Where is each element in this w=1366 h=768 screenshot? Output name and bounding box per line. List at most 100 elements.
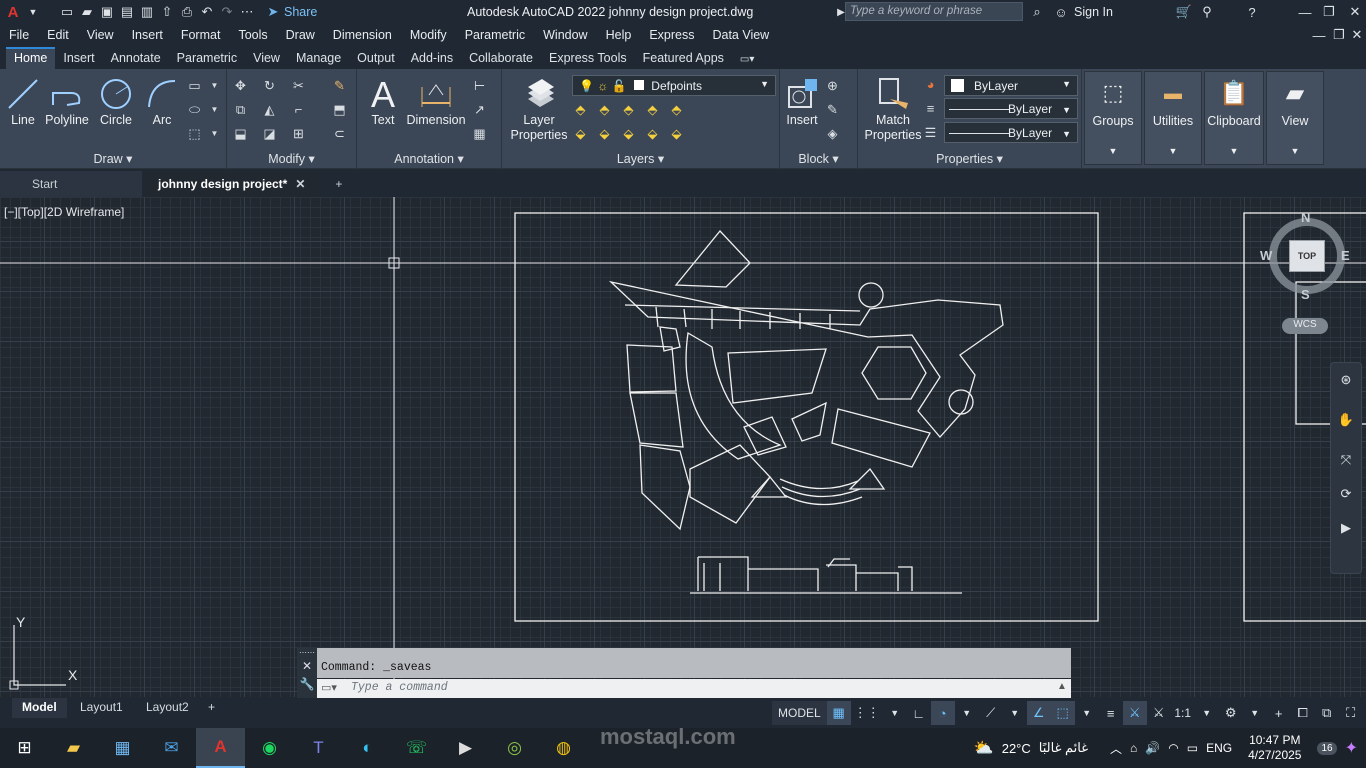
- edit-block-icon[interactable]: ✎: [824, 101, 841, 118]
- tab-annotate[interactable]: Annotate: [103, 47, 169, 69]
- menu-insert[interactable]: Insert: [123, 28, 172, 42]
- rectangle-icon[interactable]: ▭: [186, 77, 203, 94]
- tab-add-ins[interactable]: Add-ins: [403, 47, 461, 69]
- rotate-icon[interactable]: ↻: [261, 77, 278, 94]
- tab-start[interactable]: Start: [0, 171, 142, 197]
- chrome-icon[interactable]: ◍: [539, 728, 588, 768]
- dropdown-arrow-icon[interactable]: ▼: [883, 701, 907, 725]
- help-icon[interactable]: ?: [1243, 3, 1261, 21]
- file-explorer-icon[interactable]: ▰: [49, 728, 98, 768]
- linetype-icon[interactable]: ☰: [922, 124, 939, 141]
- compass-s[interactable]: S: [1301, 287, 1310, 302]
- menu-format[interactable]: Format: [172, 28, 230, 42]
- layer-tool-icon[interactable]: ⬘: [572, 101, 589, 118]
- circle-button[interactable]: Circle: [96, 75, 136, 128]
- pan-icon[interactable]: ✋: [1337, 411, 1355, 429]
- layer-tool-icon[interactable]: ⬙: [644, 125, 661, 142]
- showmotion-icon[interactable]: ▶: [1337, 519, 1355, 537]
- auto-scale-icon[interactable]: ⚔: [1147, 701, 1171, 725]
- menu-view[interactable]: View: [78, 28, 123, 42]
- table-icon[interactable]: ▦: [471, 125, 488, 142]
- teams-icon[interactable]: T: [294, 728, 343, 768]
- layer-tool-icon[interactable]: ⬙: [572, 125, 589, 142]
- compass-n[interactable]: N: [1301, 210, 1310, 225]
- clean-screen-icon[interactable]: ⛶: [1339, 701, 1363, 725]
- autocad-logo-icon[interactable]: A: [4, 3, 22, 21]
- sign-in-link[interactable]: Sign In: [1074, 5, 1113, 19]
- isolate-objects-icon[interactable]: ⧠: [1291, 701, 1315, 725]
- windows-start-icon[interactable]: ⊞: [0, 728, 49, 768]
- scale-icon[interactable]: ◪: [261, 125, 278, 142]
- menu-data-view[interactable]: Data View: [703, 28, 778, 42]
- ribbon-toggle-icon[interactable]: ▭▾: [732, 50, 762, 69]
- ortho-icon[interactable]: ∟: [907, 701, 931, 725]
- menu-express[interactable]: Express: [640, 28, 703, 42]
- grid-icon[interactable]: ▦: [826, 701, 851, 725]
- dropdown-arrow-icon[interactable]: ▼: [1003, 701, 1027, 725]
- menu-edit[interactable]: Edit: [38, 28, 78, 42]
- volume-icon[interactable]: 🔊: [1145, 741, 1160, 755]
- doc-restore-icon[interactable]: ❐: [1330, 26, 1348, 44]
- weather-temp[interactable]: 22°C: [1002, 741, 1031, 756]
- save-icon[interactable]: ▣: [98, 3, 116, 21]
- move-icon[interactable]: ✥: [232, 77, 249, 94]
- wcs-menu[interactable]: WCS: [1282, 318, 1328, 334]
- lineweight-dropdown[interactable]: ByLayer ▼: [944, 122, 1078, 143]
- wifi-icon[interactable]: ◠: [1168, 741, 1178, 755]
- viewcube[interactable]: N W E S TOP WCS: [1260, 210, 1352, 352]
- menu-file[interactable]: File: [0, 28, 38, 42]
- create-block-icon[interactable]: ⊕: [824, 77, 841, 94]
- view-button[interactable]: ▰ View ▼: [1266, 71, 1324, 165]
- new-file-icon[interactable]: ▭: [58, 3, 76, 21]
- weather-description[interactable]: غائم غالبًا: [1039, 740, 1088, 756]
- open-folder-icon[interactable]: ▰: [78, 3, 96, 21]
- lineweight-icon[interactable]: ≡: [922, 100, 939, 117]
- mail-icon[interactable]: ✉: [147, 728, 196, 768]
- orbit-icon[interactable]: ⟳: [1337, 485, 1355, 503]
- color-wheel-icon[interactable]: ◕: [922, 76, 939, 93]
- dropdown-arrow-icon[interactable]: ▼: [1195, 701, 1219, 725]
- groups-button[interactable]: ⬚ Groups ▼: [1084, 71, 1142, 165]
- attribute-icon[interactable]: ◈: [824, 125, 841, 142]
- clock[interactable]: 10:47 PM 4/27/2025: [1248, 733, 1301, 763]
- whatsapp-icon[interactable]: ☏: [392, 728, 441, 768]
- command-history-arrow-icon[interactable]: ▲: [1057, 681, 1067, 692]
- tab-insert[interactable]: Insert: [55, 47, 102, 69]
- layer-tool-icon[interactable]: ⬘: [644, 101, 661, 118]
- share-label[interactable]: Share: [284, 5, 317, 19]
- plus-icon[interactable]: +: [1267, 701, 1291, 725]
- tab-manage[interactable]: Manage: [288, 47, 349, 69]
- tab-output[interactable]: Output: [349, 47, 403, 69]
- spotify-icon[interactable]: ◉: [245, 728, 294, 768]
- stretch-icon[interactable]: ⬓: [232, 125, 249, 142]
- grip-icon[interactable]: ⋯⋯: [297, 648, 317, 657]
- dropdown-arrow-icon[interactable]: ▼: [206, 77, 223, 94]
- restore-icon[interactable]: ❐: [1320, 3, 1338, 21]
- draw-panel-title[interactable]: Draw ▾: [0, 151, 226, 166]
- fillet-icon[interactable]: ⌐: [290, 101, 307, 118]
- offset-icon[interactable]: ⊂: [331, 125, 348, 142]
- undo-icon[interactable]: ↶: [198, 3, 216, 21]
- save-web-icon[interactable]: ▥: [138, 3, 156, 21]
- menu-tools[interactable]: Tools: [229, 28, 276, 42]
- object-snap-tracking-icon[interactable]: ∠: [1026, 701, 1051, 725]
- edge-icon[interactable]: ◐: [343, 728, 392, 768]
- app-ring-icon[interactable]: ◎: [490, 728, 539, 768]
- print-icon[interactable]: ⎙: [178, 3, 196, 21]
- tab-parametric[interactable]: Parametric: [169, 47, 245, 69]
- media-player-icon[interactable]: ▶: [441, 728, 490, 768]
- user-icon[interactable]: ☺: [1052, 3, 1070, 21]
- new-tab-button[interactable]: +: [321, 171, 356, 197]
- search-icon[interactable]: ⌕: [1028, 3, 1046, 21]
- modify-panel-title[interactable]: Modify ▾: [227, 151, 356, 166]
- doc-close-icon[interactable]: ✕: [1348, 26, 1366, 44]
- dropdown-arrow-icon[interactable]: ▼: [206, 101, 223, 118]
- copilot-icon[interactable]: ✦: [1345, 738, 1358, 758]
- drawing-canvas[interactable]: [−][Top][2D Wireframe] Y X: [0, 197, 1366, 697]
- layer-tool-icon[interactable]: ⬘: [668, 101, 685, 118]
- compass-w[interactable]: W: [1260, 248, 1272, 263]
- tab-view[interactable]: View: [245, 47, 288, 69]
- network-icon[interactable]: ⌂: [1130, 741, 1137, 755]
- text-button[interactable]: A Text: [365, 75, 401, 128]
- tab-model[interactable]: Model: [12, 698, 67, 718]
